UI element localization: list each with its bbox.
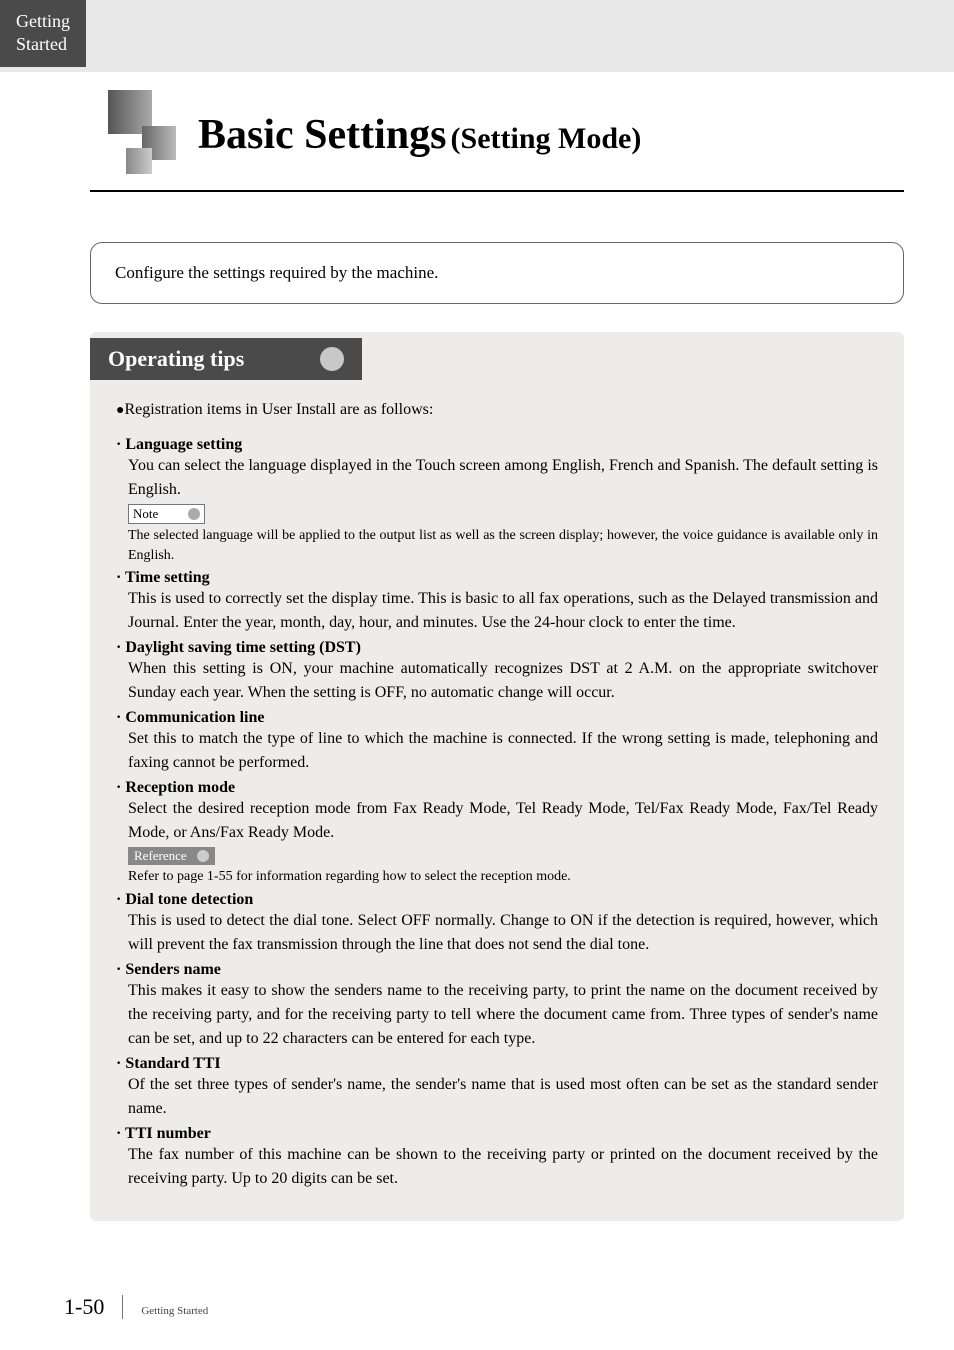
item-title: · Communication line xyxy=(116,709,878,727)
item-desc: This is used to correctly set the displa… xyxy=(128,587,878,635)
page-title: Basic Settings xyxy=(198,112,447,158)
header-dot-icon xyxy=(320,347,344,371)
operating-tips-header: Operating tips xyxy=(90,338,362,380)
item-title: · Time setting xyxy=(116,569,878,587)
item-desc: This is used to detect the dial tone. Se… xyxy=(128,909,878,957)
reference-text: Refer to page 1-55 for information regar… xyxy=(128,867,878,887)
section-icon xyxy=(90,90,180,180)
chapter-tab-line1: Getting xyxy=(16,11,70,31)
intro-box: Configure the settings required by the m… xyxy=(90,242,904,304)
header-bar xyxy=(0,0,954,72)
item-desc: You can select the language displayed in… xyxy=(128,454,878,502)
item-title: · Reception mode xyxy=(116,779,878,797)
item-dial-tone: · Dial tone detection This is used to de… xyxy=(116,891,878,957)
chapter-tab: Getting Started xyxy=(0,0,86,67)
item-time-setting: · Time setting This is used to correctly… xyxy=(116,569,878,635)
item-communication-line: · Communication line Set this to match t… xyxy=(116,709,878,775)
reference-label: Reference xyxy=(134,848,187,864)
item-language-setting: · Language setting You can select the la… xyxy=(116,436,878,565)
item-tti-number: · TTI number The fax number of this mach… xyxy=(116,1125,878,1191)
note-dot-icon xyxy=(188,508,200,520)
page-subtitle: (Setting Mode) xyxy=(451,122,642,155)
note-badge: Note xyxy=(128,504,205,524)
item-title: · Language setting xyxy=(116,436,878,454)
operating-tips-label: Operating tips xyxy=(108,346,244,372)
item-desc: Of the set three types of sender's name,… xyxy=(128,1073,878,1121)
page-number: 1-50 xyxy=(64,1294,104,1320)
item-reception-mode: · Reception mode Select the desired rece… xyxy=(116,779,878,887)
item-desc: This makes it easy to show the senders n… xyxy=(128,979,878,1051)
reference-badge: Reference xyxy=(128,847,215,865)
chapter-tab-line2: Started xyxy=(16,34,67,54)
item-standard-tti: · Standard TTI Of the set three types of… xyxy=(116,1055,878,1121)
bullet-intro: ●Registration items in User Install are … xyxy=(116,398,878,422)
title-row: Basic Settings (Setting Mode) xyxy=(90,90,904,180)
footer-divider xyxy=(122,1295,123,1319)
intro-text: Configure the settings required by the m… xyxy=(115,263,438,282)
item-desc: The fax number of this machine can be sh… xyxy=(128,1143,878,1191)
note-label: Note xyxy=(133,506,158,522)
item-title: · TTI number xyxy=(116,1125,878,1143)
item-dst: · Daylight saving time setting (DST) Whe… xyxy=(116,639,878,705)
content-area: Basic Settings (Setting Mode) Configure … xyxy=(90,90,904,1221)
reference-dot-icon xyxy=(197,850,209,862)
item-title: · Daylight saving time setting (DST) xyxy=(116,639,878,657)
tips-box: Operating tips ●Registration items in Us… xyxy=(90,332,904,1221)
footer-chapter: Getting Started xyxy=(141,1305,208,1317)
item-senders-name: · Senders name This makes it easy to sho… xyxy=(116,961,878,1051)
item-desc: When this setting is ON, your machine au… xyxy=(128,657,878,705)
item-title: · Senders name xyxy=(116,961,878,979)
item-desc: Select the desired reception mode from F… xyxy=(128,797,878,845)
item-title: · Dial tone detection xyxy=(116,891,878,909)
item-desc: Set this to match the type of line to wh… xyxy=(128,727,878,775)
note-text: The selected language will be applied to… xyxy=(128,526,878,565)
bullet-intro-text: Registration items in User Install are a… xyxy=(124,401,433,418)
title-divider xyxy=(90,190,904,192)
item-title: · Standard TTI xyxy=(116,1055,878,1073)
page-footer: 1-50 Getting Started xyxy=(64,1294,208,1320)
